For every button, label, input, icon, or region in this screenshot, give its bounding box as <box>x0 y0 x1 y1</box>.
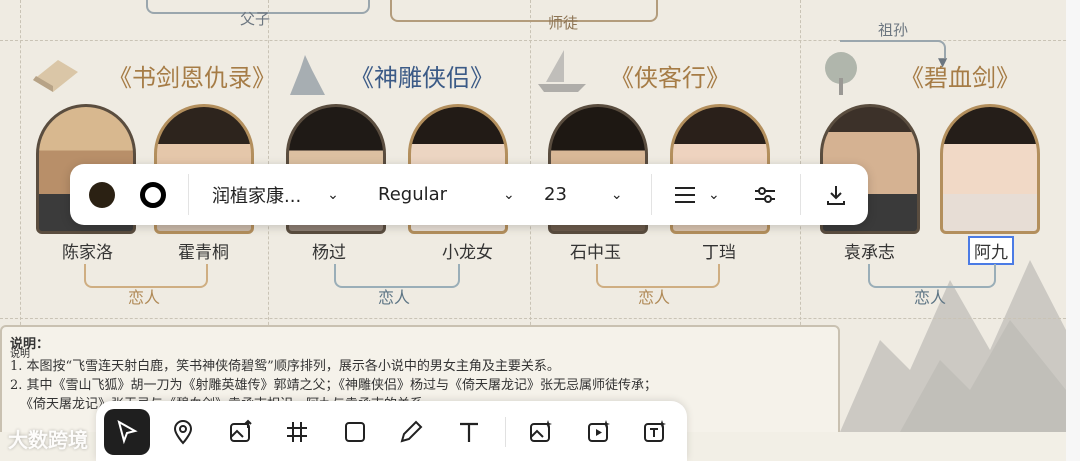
image-upload-button[interactable] <box>218 409 264 455</box>
select-tool-button[interactable] <box>104 409 150 455</box>
select-cursor-icon <box>117 419 138 445</box>
ai-video-icon <box>588 420 610 442</box>
ai-image-button[interactable] <box>518 409 564 455</box>
notes-line: 1. 本图按“飞雪连天射白鹿，笑书神侠倚碧鸳”顺序排列，展示各小说中的男女主角及… <box>10 359 560 374</box>
tree-ink-icon <box>825 52 857 95</box>
grid-line <box>0 318 1066 319</box>
stroke-color-button[interactable] <box>140 182 166 208</box>
boat-icon <box>538 50 586 92</box>
portrait-a-jiu[interactable] <box>940 104 1040 234</box>
ai-video-button[interactable] <box>576 409 622 455</box>
frame-tool-button[interactable] <box>274 409 320 455</box>
character-name[interactable]: 石中玉 <box>566 238 625 263</box>
novel-title: 《碧血剑》 <box>900 64 1020 92</box>
font-style-value: Regular <box>378 184 448 205</box>
watermark-label: 大数跨境 <box>8 428 88 452</box>
chevron-down-icon: ⌄ <box>503 186 515 203</box>
pin-icon <box>173 420 193 445</box>
relation-label-master-disciple: 师徒 <box>548 14 579 32</box>
chevron-down-icon: ⌄ <box>327 186 339 203</box>
grid-line <box>20 0 21 340</box>
character-name[interactable]: 小龙女 <box>438 238 497 263</box>
character-name[interactable]: 霍青桐 <box>174 238 233 263</box>
chevron-down-icon: ⌄ <box>610 186 623 203</box>
relation-label-lovers: 恋人 <box>128 288 161 307</box>
watermark-text: 大数跨境 <box>8 424 88 453</box>
font-size-select[interactable]: 23 ⌄ <box>544 164 623 225</box>
character-name[interactable]: 丁珰 <box>698 238 740 263</box>
ai-text-button[interactable] <box>632 409 678 455</box>
grid-icon <box>287 422 307 442</box>
ai-image-icon <box>530 420 552 442</box>
divider <box>651 174 652 215</box>
relation-connector <box>390 0 658 22</box>
align-justify-icon <box>675 186 695 203</box>
font-style-select[interactable]: Regular ⌄ <box>378 164 515 225</box>
novel-title: 《侠客行》 <box>610 64 730 92</box>
image-upload-icon <box>230 419 252 442</box>
character-name[interactable]: 陈家洛 <box>58 238 117 263</box>
character-name-selected[interactable]: 阿九 <box>968 236 1014 265</box>
download-button[interactable] <box>824 164 848 225</box>
relation-label-lovers: 恋人 <box>378 288 411 307</box>
relation-label-father-son: 父子 <box>240 10 271 28</box>
character-name[interactable]: 杨过 <box>308 238 350 263</box>
ai-text-icon <box>644 420 666 442</box>
download-icon <box>827 185 845 205</box>
pin-tool-button[interactable] <box>160 409 206 455</box>
relation-label-lovers: 恋人 <box>914 288 947 307</box>
text-settings-button[interactable] <box>754 164 776 225</box>
text-format-toolbar: 润植家康... ⌄ Regular ⌄ 23 ⌄ ⌄ <box>70 164 868 225</box>
text-icon <box>460 422 478 442</box>
character-name[interactable]: 袁承志 <box>840 238 899 263</box>
pencil-icon <box>400 420 423 443</box>
notes-line: 2. 其中《雪山飞狐》胡一刀为《射雕英雄传》郭靖之父；《神雕侠侣》杨过与《倚天屠… <box>10 378 658 393</box>
ink-figure-icon <box>290 55 325 95</box>
font-family-value: 润植家康... <box>212 185 302 207</box>
rectangle-icon <box>345 422 365 442</box>
font-size-value: 23 <box>544 184 567 205</box>
relation-label-grandparent: 祖孙 <box>878 21 909 39</box>
chevron-down-icon: ⌄ <box>708 186 720 203</box>
divider <box>188 174 189 215</box>
bottom-toolbar <box>96 401 687 461</box>
pencil-tool-button[interactable] <box>388 409 434 455</box>
novel-title: 《神雕侠侣》 <box>350 64 494 92</box>
scroll-book-icon <box>33 60 78 92</box>
relation-label-lovers: 恋人 <box>638 288 671 307</box>
novel-title: 《书剑恩仇录》 <box>108 64 276 92</box>
sliders-icon <box>755 186 775 203</box>
font-family-select[interactable]: 润植家康... ⌄ <box>212 164 339 225</box>
scrollbar-track[interactable] <box>1066 0 1080 461</box>
rectangle-tool-button[interactable] <box>332 409 378 455</box>
divider <box>505 417 506 447</box>
fill-color-button[interactable] <box>89 182 115 208</box>
text-align-select[interactable]: ⌄ <box>674 164 720 225</box>
divider <box>800 174 801 215</box>
text-tool-button[interactable] <box>446 409 492 455</box>
